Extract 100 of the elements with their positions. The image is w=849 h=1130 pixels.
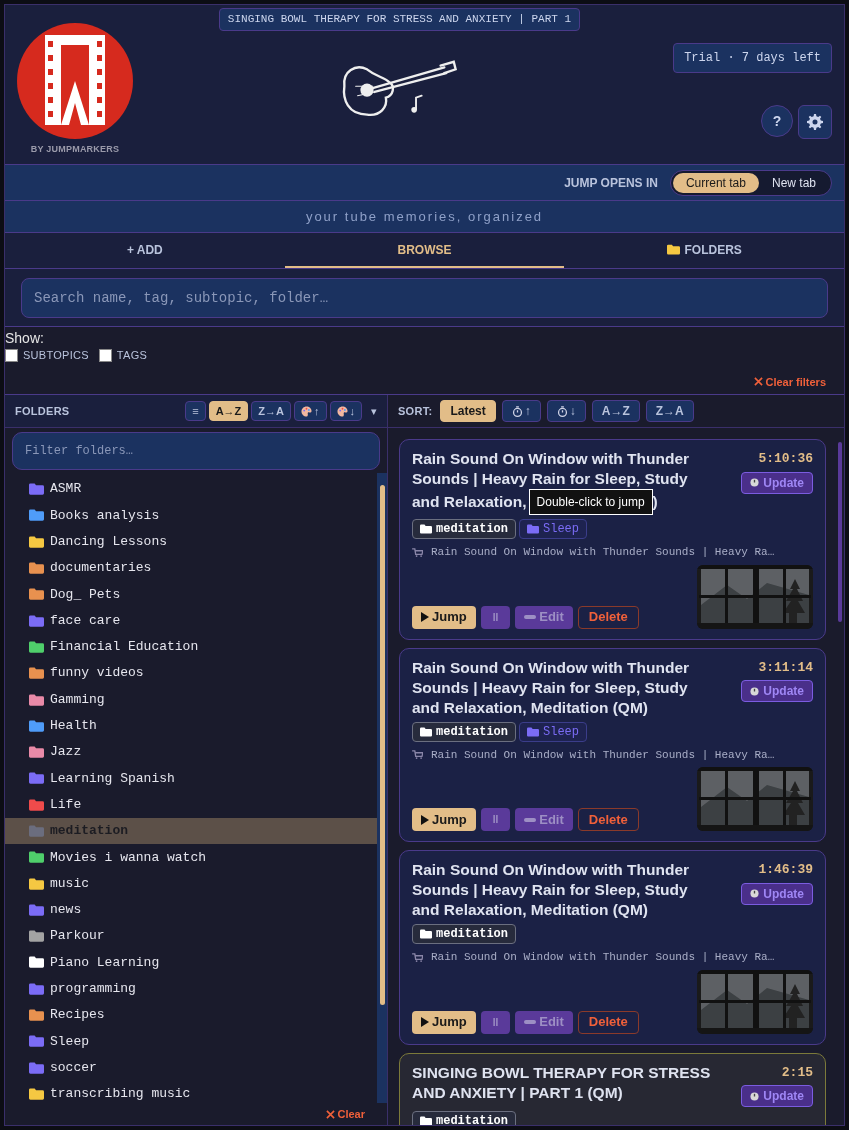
duration: 2:15	[781, 1063, 813, 1082]
sort-button[interactable]: A→Z	[591, 400, 640, 422]
stopwatch-icon	[750, 686, 760, 696]
play-icon	[421, 612, 429, 622]
folder-filter-field[interactable]: Filter folders…	[12, 432, 380, 470]
cart-icon	[412, 750, 423, 760]
sort-button[interactable]: ↓	[329, 401, 362, 421]
video-card[interactable]	[399, 439, 826, 640]
video-title[interactable]: )	[652, 492, 658, 512]
delete-button[interactable]: Delete	[577, 1010, 639, 1034]
folder-icon	[666, 244, 680, 255]
dropdown-button[interactable]: ▾	[371, 402, 377, 420]
tooltip: Double-click to jump	[528, 489, 653, 515]
stopwatch-icon	[750, 1091, 760, 1101]
update-button[interactable]: Update	[741, 471, 813, 494]
sort-button[interactable]: Z→A	[251, 401, 291, 421]
toggle-option[interactable]: Current tab	[672, 172, 759, 193]
cart-icon	[412, 547, 423, 557]
jump-button[interactable]: Jump	[412, 1010, 476, 1034]
close-icon	[326, 1109, 336, 1119]
folder-item[interactable]: documentaries	[5, 554, 377, 582]
folder-item[interactable]: Jazz	[5, 738, 377, 766]
sort-button[interactable]: ↓	[546, 400, 586, 422]
delete-button[interactable]: Delete	[577, 605, 639, 629]
stopwatch-icon	[556, 405, 568, 417]
settings-button[interactable]	[798, 105, 832, 139]
stopwatch-icon	[750, 478, 760, 487]
update-button[interactable]: Update	[741, 1085, 813, 1107]
duration: 1:46:39	[758, 861, 813, 879]
channel-name: Rain Sound On Window with Thunder Sounds | Heavy Ra…	[431, 950, 775, 965]
folder-chip[interactable]: Sleep	[519, 721, 588, 742]
sort-button[interactable]: ↑	[294, 401, 327, 421]
folder-item[interactable]: Parkour	[5, 923, 377, 950]
jump-button[interactable]: Jump	[412, 808, 476, 831]
folder-item[interactable]: Health	[5, 712, 377, 739]
folder-item[interactable]: news	[5, 896, 377, 924]
nav-tab[interactable]: + ADD	[5, 233, 285, 268]
video-title[interactable]: Rain Sound On Window with Thunder Sounds | Heavy Rain for Sleep, Study and Relaxation, Meditation (QM)	[412, 860, 712, 920]
folder-item[interactable]: music	[5, 870, 377, 897]
palette-icon	[301, 405, 312, 417]
sort-button[interactable]: ↑	[501, 400, 541, 422]
folder-chip[interactable]: meditation	[412, 1111, 516, 1125]
folder-item[interactable]: face care	[5, 607, 377, 634]
folder-chip[interactable]: meditation	[412, 721, 516, 742]
folder-chip[interactable]: meditation	[412, 924, 516, 944]
folder-item[interactable]: ASMR	[5, 476, 377, 503]
folder-item[interactable]: transcribing music	[5, 1080, 377, 1103]
filter-checkbox[interactable]: TAGS	[98, 347, 148, 364]
folder-item[interactable]: Life	[5, 791, 377, 818]
video-card[interactable]	[399, 647, 826, 842]
trial-badge: Trial · 7 days left	[673, 43, 832, 73]
video-card[interactable]	[399, 850, 826, 1045]
filter-checkbox[interactable]: SUBTOPICS	[5, 347, 89, 364]
show-label: Show:	[5, 329, 44, 347]
folder-chip[interactable]: meditation	[412, 519, 516, 539]
folder-item[interactable]: Movies i wanna watch	[5, 844, 377, 871]
sort-button[interactable]: ≡	[185, 401, 206, 421]
folder-item[interactable]: soccer	[5, 1054, 377, 1081]
folder-item[interactable]: Books analysis	[5, 502, 377, 529]
toggle-option[interactable]: New tab	[758, 172, 829, 193]
folder-item[interactable]: programming	[5, 975, 377, 1002]
panel-title: FOLDERS	[15, 403, 70, 419]
brand-caption: BY JUMPMARKERS	[30, 143, 120, 156]
jump-opens-label: JUMP OPENS IN	[564, 174, 658, 192]
video-title[interactable]: Rain Sound On Window with Thunder Sounds | Heavy Rain for Sleep, Study and Relaxation, Meditation (QM)	[412, 657, 712, 718]
folder-item[interactable]: funny videos	[5, 660, 377, 687]
video-title[interactable]: and Relaxation,	[412, 492, 527, 512]
scrollbar[interactable]	[377, 473, 387, 1103]
clear-filters-button[interactable]: Clear filters	[754, 373, 826, 390]
help-button[interactable]: ?	[761, 105, 793, 137]
sort-button[interactable]: A→Z	[208, 401, 249, 421]
play-icon	[421, 1017, 429, 1027]
folder-item[interactable]: Dancing Lessons	[5, 528, 377, 555]
folder-item[interactable]: Gamming	[5, 686, 377, 713]
palette-icon	[336, 405, 348, 417]
nav-tab[interactable]: FOLDERS	[564, 233, 844, 268]
update-button[interactable]: Update	[741, 680, 813, 702]
folder-item[interactable]: Dog_ Pets	[5, 581, 377, 608]
folder-item[interactable]: Financial Education	[5, 633, 377, 661]
update-button[interactable]: Update	[741, 882, 813, 905]
sort-button[interactable]: Latest	[440, 400, 496, 422]
clear-button[interactable]: Clear	[326, 1105, 365, 1123]
folder-item[interactable]: Sleep	[5, 1028, 377, 1055]
video-card[interactable]: SINGING BOWL THERAPY FOR STRESS AND ANXIETY | PART 1 (QM) 2:15 Update meditation	[399, 1052, 826, 1125]
search-field[interactable]: Search name, tag, subtopic, folder…	[21, 277, 828, 318]
checkbox[interactable]	[98, 348, 112, 362]
settings-icon	[807, 114, 823, 130]
duration: 3:11:14	[758, 658, 813, 677]
duration: 5:10:36	[758, 450, 813, 468]
sort-button[interactable]: Z→A	[645, 400, 694, 422]
jump-button[interactable]: Jump	[412, 605, 476, 629]
folder-item[interactable]: Recipes	[5, 1001, 377, 1029]
folder-chip[interactable]: Sleep	[519, 519, 588, 539]
close-icon	[754, 377, 764, 387]
sort-label: SORT:	[398, 403, 433, 419]
video-title[interactable]: SINGING BOWL THERAPY FOR STRESS AND ANXIETY | PART 1 (QM)	[412, 1062, 712, 1103]
folder-item[interactable]: Piano Learning	[5, 949, 377, 976]
folder-item[interactable]: Learning Spanish	[5, 765, 377, 792]
checkbox[interactable]	[5, 348, 18, 362]
delete-button[interactable]: Delete	[577, 808, 639, 831]
